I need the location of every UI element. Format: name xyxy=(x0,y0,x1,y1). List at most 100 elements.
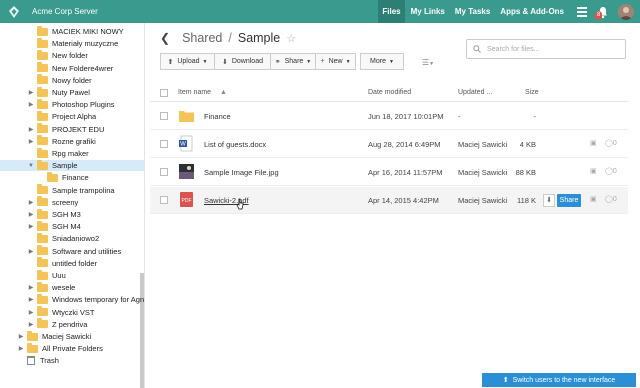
share-menu-button[interactable]: ⚭ Share ▼ xyxy=(271,53,316,70)
caret-spacer xyxy=(28,270,34,281)
comments-icon[interactable]: ◯0 xyxy=(605,139,617,147)
nav-my-tasks[interactable]: My Tasks xyxy=(451,0,494,23)
download-button[interactable]: ⬇ Download xyxy=(215,53,271,70)
chevron-down-icon: ▼ xyxy=(202,58,208,65)
row-download-button[interactable]: ⬇ xyxy=(543,194,555,207)
caret-right-icon[interactable]: ▶ xyxy=(28,136,34,147)
search-input[interactable]: Search for files... xyxy=(466,39,626,59)
sidebar-item[interactable]: ▶ Maciej Sawicki xyxy=(18,330,91,342)
search-placeholder: Search for files... xyxy=(487,45,540,53)
sidebar-item[interactable]: Sample trampolina xyxy=(28,184,115,196)
sidebar-item[interactable]: Finance xyxy=(38,171,89,183)
sidebar-item[interactable]: ▼ Sample xyxy=(0,159,144,172)
lock-icon[interactable]: ▣ xyxy=(590,167,597,175)
sidebar-scrollbar[interactable] xyxy=(140,273,144,388)
sidebar-item-label: Sample xyxy=(52,161,78,171)
caret-right-icon[interactable]: ▶ xyxy=(28,307,34,318)
sidebar-item[interactable]: Nowy folder xyxy=(28,74,92,86)
sidebar-item[interactable]: Rpg maker xyxy=(28,147,89,159)
column-size[interactable]: Size xyxy=(525,89,539,96)
row-checkbox[interactable] xyxy=(160,168,168,176)
caret-right-icon[interactable]: ▶ xyxy=(28,124,34,135)
sidebar-item[interactable]: ▶ Software and utilities xyxy=(28,245,121,257)
comments-icon[interactable]: ◯0 xyxy=(605,195,617,203)
sidebar-item[interactable]: ▶ All Private Folders xyxy=(18,342,103,354)
caret-right-icon[interactable]: ▶ xyxy=(18,343,24,354)
caret-right-icon[interactable]: ▶ xyxy=(28,197,34,208)
chevron-down-icon: ▼ xyxy=(345,58,351,65)
favorite-star-icon[interactable]: ☆ xyxy=(286,32,296,45)
app-logo-icon[interactable] xyxy=(7,5,21,19)
sidebar-item[interactable]: Materiały muzyczne xyxy=(28,37,118,49)
sidebar-item[interactable]: ▶ screeny xyxy=(28,196,78,208)
caret-right-icon[interactable]: ▶ xyxy=(28,221,34,232)
row-checkbox[interactable] xyxy=(160,140,168,148)
sidebar-item[interactable]: ▶ Windows temporary for Agni xyxy=(28,293,144,305)
sidebar-item[interactable]: ▶ wesele xyxy=(28,281,75,293)
select-all-checkbox[interactable] xyxy=(160,89,168,97)
caret-right-icon[interactable]: ▶ xyxy=(28,209,34,220)
menu-icon[interactable] xyxy=(577,5,587,19)
sidebar-item[interactable]: ▶ Nuty Pawel xyxy=(28,86,90,98)
file-name-link[interactable]: List of guests.docx xyxy=(204,140,266,149)
caret-right-icon[interactable]: ▶ xyxy=(28,246,34,257)
table-row[interactable]: Sample Image File.jpg Apr 16, 2014 11:57P… xyxy=(150,159,628,186)
back-chevron-icon[interactable]: ❮ xyxy=(160,31,170,45)
new-button[interactable]: + New ▼ xyxy=(316,53,356,70)
upload-label: Upload xyxy=(177,58,200,65)
folder-icon xyxy=(37,25,48,36)
caret-right-icon[interactable]: ▶ xyxy=(28,99,34,110)
nav-files[interactable]: Files xyxy=(378,0,405,23)
sidebar-item[interactable]: untitled folder xyxy=(28,257,97,269)
caret-down-icon[interactable]: ▼ xyxy=(28,160,34,171)
caret-spacer xyxy=(28,63,34,74)
view-toggle-list-icon[interactable]: ☰▼ xyxy=(422,58,434,67)
column-item-name[interactable]: Item name xyxy=(178,89,211,96)
caret-right-icon[interactable]: ▶ xyxy=(28,319,34,330)
nav-my-links[interactable]: My Links xyxy=(407,0,449,23)
sidebar-item[interactable]: ▶ Z pendriva xyxy=(28,318,87,330)
sidebar-item[interactable]: ▶ SGH M4 xyxy=(28,220,81,232)
sidebar-item[interactable]: Sniadaniowo2 xyxy=(28,232,99,244)
file-name-link[interactable]: Finance xyxy=(204,112,231,121)
trash-icon xyxy=(27,356,35,366)
lock-icon[interactable]: ▣ xyxy=(590,195,597,203)
user-avatar[interactable] xyxy=(618,3,634,20)
lock-icon[interactable]: ▣ xyxy=(590,139,597,147)
sidebar-item[interactable]: New Foldere4wrer xyxy=(28,62,113,74)
sidebar-item-label: Wtyczki VST xyxy=(52,307,95,317)
sidebar-item[interactable]: ▶ Rozne grafiki xyxy=(28,135,96,147)
sidebar-item[interactable]: ▶ PROJEKT EDU xyxy=(28,123,104,135)
sidebar-item[interactable]: New folder xyxy=(28,49,88,61)
more-button[interactable]: More ▼ xyxy=(360,53,404,70)
sidebar-item-label: Sample trampolina xyxy=(52,185,115,195)
caret-right-icon[interactable]: ▶ xyxy=(28,282,34,293)
row-checkbox[interactable] xyxy=(160,196,168,204)
file-name-link[interactable]: Sample Image File.jpg xyxy=(204,168,279,177)
caret-right-icon[interactable]: ▶ xyxy=(28,294,34,305)
column-updated-by[interactable]: Updated ... xyxy=(458,89,492,96)
row-checkbox[interactable] xyxy=(160,112,168,120)
breadcrumb-shared[interactable]: Shared xyxy=(182,31,222,45)
table-row[interactable]: PDF Sawicki-2.pdf Apr 14, 2015 4:42PM Macie… xyxy=(150,187,628,214)
column-date-modified[interactable]: Date modified xyxy=(368,89,411,96)
sidebar-item[interactable]: Trash xyxy=(18,355,59,366)
comments-icon[interactable]: ◯0 xyxy=(605,167,617,175)
sidebar-item[interactable]: ▶ SGH M3 xyxy=(28,208,81,220)
caret-right-icon[interactable]: ▶ xyxy=(28,87,34,98)
table-row[interactable]: W List of guests.docx Aug 28, 2014 6:49PM M… xyxy=(150,131,628,158)
switch-interface-button[interactable]: ⬆ Switch users to the new interface xyxy=(482,373,636,387)
sidebar-item[interactable]: ▶ Photoshop Plugins xyxy=(28,98,115,110)
nav-apps-addons[interactable]: Apps & Add-Ons xyxy=(496,0,568,23)
caret-spacer xyxy=(28,258,34,269)
upload-button[interactable]: ⬆ Upload ▼ xyxy=(160,53,215,70)
folder-icon xyxy=(37,257,48,268)
row-share-button[interactable]: Share xyxy=(557,194,581,207)
sidebar-item[interactable]: Uuu xyxy=(28,269,66,281)
caret-right-icon[interactable]: ▶ xyxy=(18,331,24,342)
table-row[interactable]: Finance Jun 18, 2017 10:01PM - - xyxy=(150,103,628,130)
notifications-bell-icon[interactable]: 8 xyxy=(595,5,610,20)
sidebar-item[interactable]: MACIEK MIKI NOWY xyxy=(28,25,124,37)
sidebar-item[interactable]: Project Alpha xyxy=(28,110,96,122)
sidebar-item[interactable]: ▶ Wtyczki VST xyxy=(28,306,95,318)
